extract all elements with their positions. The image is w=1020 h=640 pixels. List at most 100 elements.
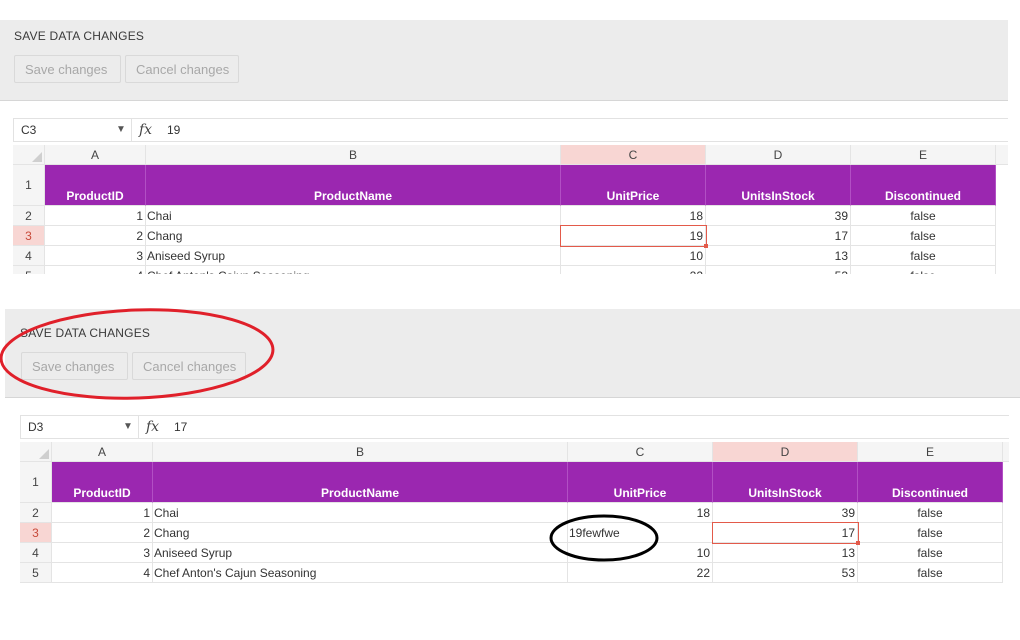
top-cell-c5[interactable]: 22 <box>561 266 706 274</box>
top-header-productname[interactable]: ProductName <box>146 165 561 206</box>
bottom-header-productname[interactable]: ProductName <box>153 462 568 503</box>
top-fill-handle[interactable] <box>704 244 708 248</box>
bottom-cell-e2[interactable]: false <box>858 503 1003 523</box>
corner-triangle-icon <box>39 449 49 459</box>
top-save-changes-button[interactable]: Save changes <box>14 55 121 83</box>
bottom-cell-b5[interactable]: Chef Anton's Cajun Seasoning <box>153 563 568 583</box>
top-cell-a3[interactable]: 2 <box>45 226 146 246</box>
bottom-cell-d5[interactable]: 53 <box>713 563 858 583</box>
top-cell-c4[interactable]: 10 <box>561 246 706 266</box>
bottom-cell-c3[interactable]: 19fewfwe <box>568 523 713 543</box>
top-grid: A B C D E 1 ProductID ProductName UnitPr… <box>13 145 1008 274</box>
top-toolbar-title: SAVE DATA CHANGES <box>14 29 145 43</box>
bottom-cell-c4[interactable]: 10 <box>568 543 713 563</box>
top-header-discontinued[interactable]: Discontinued <box>851 165 996 206</box>
top-name-box[interactable]: C3 <box>14 119 132 141</box>
top-column-header-f[interactable] <box>996 145 1008 165</box>
bottom-header-discontinued[interactable]: Discontinued <box>858 462 1003 503</box>
bottom-select-all-corner[interactable] <box>20 442 52 462</box>
bottom-cell-e3[interactable]: false <box>858 523 1003 543</box>
top-column-header-c[interactable]: C <box>561 145 706 165</box>
bottom-cancel-changes-button[interactable]: Cancel changes <box>132 352 246 380</box>
chevron-down-icon[interactable]: ▼ <box>123 416 133 438</box>
top-cell-d4[interactable]: 13 <box>706 246 851 266</box>
bottom-column-header-c[interactable]: C <box>568 442 713 462</box>
bottom-row-header-2[interactable]: 2 <box>20 503 52 523</box>
top-cancel-changes-button[interactable]: Cancel changes <box>125 55 239 83</box>
top-cell-b2[interactable]: Chai <box>146 206 561 226</box>
bottom-column-header-e[interactable]: E <box>858 442 1003 462</box>
top-row-header-3[interactable]: 3 <box>13 226 45 246</box>
bottom-formula-input[interactable]: 17 <box>174 416 187 438</box>
bottom-cell-b3[interactable]: Chang <box>153 523 568 543</box>
top-cell-a5[interactable]: 4 <box>45 266 146 274</box>
bottom-toolbar: SAVE DATA CHANGES Save changes Cancel ch… <box>5 309 1020 398</box>
bottom-cell-c2[interactable]: 18 <box>568 503 713 523</box>
top-row-header-2[interactable]: 2 <box>13 206 45 226</box>
top-column-header-d[interactable]: D <box>706 145 851 165</box>
top-header-productid[interactable]: ProductID <box>45 165 146 206</box>
bottom-row-header-1[interactable]: 1 <box>20 462 52 503</box>
top-formula-input[interactable]: 19 <box>167 119 180 141</box>
top-cell-e4[interactable]: false <box>851 246 996 266</box>
top-cell-c3[interactable]: 19 <box>561 226 706 246</box>
top-header-unitsinstock[interactable]: UnitsInStock <box>706 165 851 206</box>
bottom-grid: A B C D E 1 ProductID ProductName UnitPr… <box>20 442 1009 587</box>
bottom-row-header-4[interactable]: 4 <box>20 543 52 563</box>
top-cell-d3[interactable]: 17 <box>706 226 851 246</box>
top-row-header-5[interactable]: 5 <box>13 266 45 274</box>
top-cell-b5[interactable]: Chef Anton's Cajun Seasoning <box>146 266 561 274</box>
bottom-header-unitsinstock[interactable]: UnitsInStock <box>713 462 858 503</box>
fx-icon: fx <box>139 122 153 138</box>
bottom-cell-e4[interactable]: false <box>858 543 1003 563</box>
top-select-all-corner[interactable] <box>13 145 45 165</box>
bottom-cell-a5[interactable]: 4 <box>52 563 153 583</box>
bottom-header-productid[interactable]: ProductID <box>52 462 153 503</box>
top-cell-d5[interactable]: 53 <box>706 266 851 274</box>
top-row-header-1[interactable]: 1 <box>13 165 45 206</box>
bottom-formula-bar: D3 ▼ fx 17 <box>20 415 1009 439</box>
corner-triangle-icon <box>32 152 42 162</box>
fx-icon: fx <box>146 419 160 435</box>
bottom-header-unitprice[interactable]: UnitPrice <box>568 462 713 503</box>
bottom-cell-a2[interactable]: 1 <box>52 503 153 523</box>
chevron-down-icon[interactable]: ▼ <box>116 119 126 141</box>
top-cell-a2[interactable]: 1 <box>45 206 146 226</box>
top-cell-a4[interactable]: 3 <box>45 246 146 266</box>
bottom-fill-handle[interactable] <box>856 541 860 545</box>
bottom-name-box[interactable]: D3 <box>21 416 139 438</box>
top-formula-bar: C3 ▼ fx 19 <box>13 118 1008 142</box>
top-header-unitprice[interactable]: UnitPrice <box>561 165 706 206</box>
bottom-column-header-d[interactable]: D <box>713 442 858 462</box>
bottom-column-header-b[interactable]: B <box>153 442 568 462</box>
bottom-row-header-3[interactable]: 3 <box>20 523 52 543</box>
bottom-column-header-a[interactable]: A <box>52 442 153 462</box>
bottom-cell-c5[interactable]: 22 <box>568 563 713 583</box>
bottom-spreadsheet: D3 ▼ fx 17 A B C D E 1 ProductID Product… <box>20 415 1009 591</box>
top-column-header-b[interactable]: B <box>146 145 561 165</box>
top-cell-e2[interactable]: false <box>851 206 996 226</box>
bottom-cell-a4[interactable]: 3 <box>52 543 153 563</box>
bottom-cell-d4[interactable]: 13 <box>713 543 858 563</box>
bottom-cell-b4[interactable]: Aniseed Syrup <box>153 543 568 563</box>
top-row-header-4[interactable]: 4 <box>13 246 45 266</box>
bottom-toolbar-title: SAVE DATA CHANGES <box>20 326 151 340</box>
bottom-row-header-5[interactable]: 5 <box>20 563 52 583</box>
bottom-cell-a3[interactable]: 2 <box>52 523 153 543</box>
bottom-cell-d2[interactable]: 39 <box>713 503 858 523</box>
top-toolbar: SAVE DATA CHANGES Save changes Cancel ch… <box>0 20 1008 101</box>
top-cell-b4[interactable]: Aniseed Syrup <box>146 246 561 266</box>
bottom-save-changes-button[interactable]: Save changes <box>21 352 128 380</box>
top-cell-d2[interactable]: 39 <box>706 206 851 226</box>
top-cell-e3[interactable]: false <box>851 226 996 246</box>
top-cell-c2[interactable]: 18 <box>561 206 706 226</box>
bottom-panel: SAVE DATA CHANGES Save changes Cancel ch… <box>0 300 1020 600</box>
top-column-header-e[interactable]: E <box>851 145 996 165</box>
bottom-cell-b2[interactable]: Chai <box>153 503 568 523</box>
top-cell-b3[interactable]: Chang <box>146 226 561 246</box>
top-column-header-a[interactable]: A <box>45 145 146 165</box>
bottom-column-header-f[interactable] <box>1003 442 1009 462</box>
bottom-cell-e5[interactable]: false <box>858 563 1003 583</box>
top-cell-e5[interactable]: false <box>851 266 996 274</box>
bottom-cell-d3[interactable]: 17 <box>713 523 858 543</box>
